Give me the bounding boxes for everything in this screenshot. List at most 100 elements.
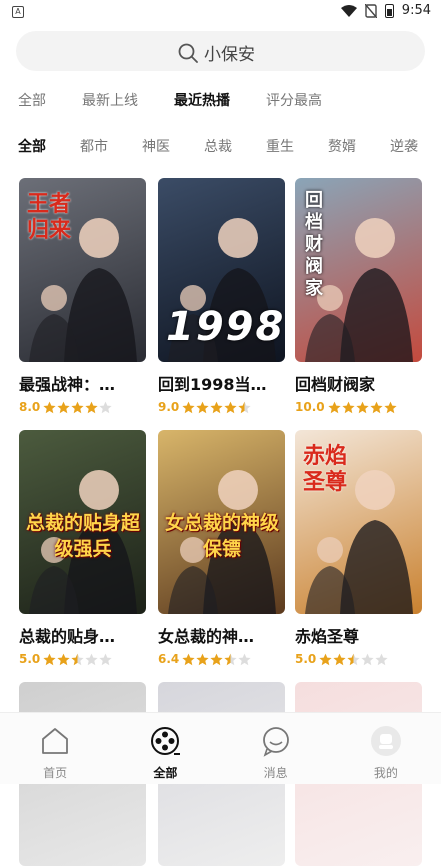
rating-stars [43, 653, 112, 666]
star-icon [210, 653, 223, 665]
no-sim-icon [364, 3, 377, 18]
drama-card[interactable]: 女总裁的神级保镖女总裁的神… 6.4 [158, 430, 286, 666]
rating-stars [328, 401, 397, 414]
star-icon [238, 653, 251, 665]
genre-tab-6[interactable]: 逆袭 [390, 136, 418, 156]
rating-score: 9.0 [158, 400, 180, 414]
star-icon [319, 653, 332, 665]
rating-score: 5.0 [19, 652, 41, 666]
star-icon [333, 653, 346, 665]
genre-tab-0[interactable]: 全部 [18, 136, 46, 156]
genre-tabs: 全部 都市 神医 总裁 重生 赘婿 逆袭 [18, 136, 441, 156]
rating-stars [319, 653, 388, 666]
drama-title[interactable]: 回档财阀家 [295, 371, 417, 395]
star-icon [85, 401, 98, 413]
rating-score: 8.0 [19, 400, 41, 414]
star-icon [370, 401, 383, 413]
nav-label: 全部 [153, 766, 178, 780]
rating: 5.0 [19, 652, 147, 666]
star-icon [43, 653, 56, 665]
star-icon [328, 401, 341, 413]
rating-score: 5.0 [295, 652, 317, 666]
star-icon [356, 401, 369, 413]
status-icons: 9:54 [340, 3, 431, 18]
genre-tab-3[interactable]: 总裁 [204, 136, 232, 156]
star-icon [384, 401, 397, 413]
star-icon [57, 401, 70, 413]
bottom-navigation: 首页 全部 消息 我的 [0, 712, 441, 784]
poster-title-text: 总裁的贴身超级强兵 [25, 512, 140, 560]
star-icon [57, 653, 70, 665]
star-icon [224, 653, 237, 665]
poster-title-text: 女总裁的神级保镖 [164, 512, 279, 560]
star-icon [85, 653, 98, 665]
drama-card[interactable]: 1998 回到1998当… 9.0 [158, 178, 286, 414]
nav-item-3[interactable]: 我的 [331, 713, 441, 784]
star-icon [224, 401, 237, 413]
poster-image[interactable]: 王者归来 [19, 178, 146, 362]
star-icon [347, 653, 360, 665]
drama-card[interactable]: 回档财阀家 回档财阀家 10.0 [295, 178, 423, 414]
star-icon [375, 653, 388, 665]
genre-tab-5[interactable]: 赘婿 [328, 136, 356, 156]
star-icon [182, 401, 195, 413]
drama-title[interactable]: 赤焰圣尊 [295, 623, 417, 647]
rating-score: 6.4 [158, 652, 180, 666]
poster-title-text: 回档财阀家 [305, 190, 323, 299]
nav-label: 我的 [373, 766, 398, 780]
nav-item-0[interactable]: 首页 [0, 713, 110, 784]
drama-card[interactable]: 赤焰圣尊 赤焰圣尊 5.0 [295, 430, 423, 666]
search-input[interactable]: 小保安 [204, 40, 255, 65]
rating: 10.0 [295, 400, 423, 414]
sort-tab-3[interactable]: 评分最高 [266, 90, 322, 110]
drama-title[interactable]: 最强战神：… [19, 371, 141, 395]
star-icon [182, 653, 195, 665]
poster-title-text: 赤焰圣尊 [303, 444, 348, 495]
nav-label: 消息 [263, 766, 288, 780]
star-icon [99, 653, 112, 665]
rating-score: 10.0 [295, 400, 325, 414]
genre-tab-2[interactable]: 神医 [142, 136, 170, 156]
poster-image[interactable]: 女总裁的神级保镖 [158, 430, 285, 614]
star-icon [342, 401, 355, 413]
drama-title[interactable]: 总裁的贴身… [19, 623, 141, 647]
star-icon [196, 653, 209, 665]
sort-tab-2[interactable]: 最近热播 [174, 90, 230, 110]
drama-card[interactable]: 总裁的贴身超级强兵总裁的贴身… 5.0 [19, 430, 147, 666]
search-bar[interactable]: 小保安 [16, 31, 425, 71]
star-icon [196, 401, 209, 413]
wifi-icon [340, 4, 357, 17]
star-icon [71, 653, 84, 665]
nav-label: 首页 [43, 766, 68, 780]
rating: 5.0 [295, 652, 423, 666]
star-icon [361, 653, 374, 665]
genre-tab-1[interactable]: 都市 [80, 136, 108, 156]
drama-card[interactable]: 王者归来最强战神：… 8.0 [19, 178, 147, 414]
poster-image[interactable]: 回档财阀家 [295, 178, 422, 362]
sort-tab-1[interactable]: 最新上线 [82, 90, 138, 110]
nav-item-1[interactable]: 全部 [110, 713, 220, 784]
star-icon [238, 401, 251, 413]
drama-title[interactable]: 女总裁的神… [158, 623, 280, 647]
drama-title[interactable]: 回到1998当… [158, 371, 280, 395]
avatar-icon [370, 726, 401, 756]
battery-icon [384, 3, 394, 18]
sort-tab-0[interactable]: 全部 [18, 90, 46, 110]
poster-image[interactable]: 总裁的贴身超级强兵 [19, 430, 146, 614]
star-icon [71, 401, 84, 413]
nav-item-2[interactable]: 消息 [221, 713, 331, 784]
rating-stars [182, 653, 251, 666]
poster-image[interactable]: 1998 [158, 178, 285, 362]
chat-bubble-icon [262, 727, 289, 757]
home-icon [42, 728, 69, 754]
rating: 9.0 [158, 400, 286, 414]
star-icon [43, 401, 56, 413]
genre-tab-4[interactable]: 重生 [266, 136, 294, 156]
rating-stars [43, 401, 112, 414]
poster-image[interactable]: 赤焰圣尊 [295, 430, 422, 614]
sort-tabs: 全部 最新上线 最近热播 评分最高 [18, 90, 358, 110]
rating-stars [182, 401, 251, 414]
poster-title-text: 王者归来 [27, 192, 72, 243]
poster-title-text: 1998 [166, 304, 285, 350]
rating: 6.4 [158, 652, 286, 666]
